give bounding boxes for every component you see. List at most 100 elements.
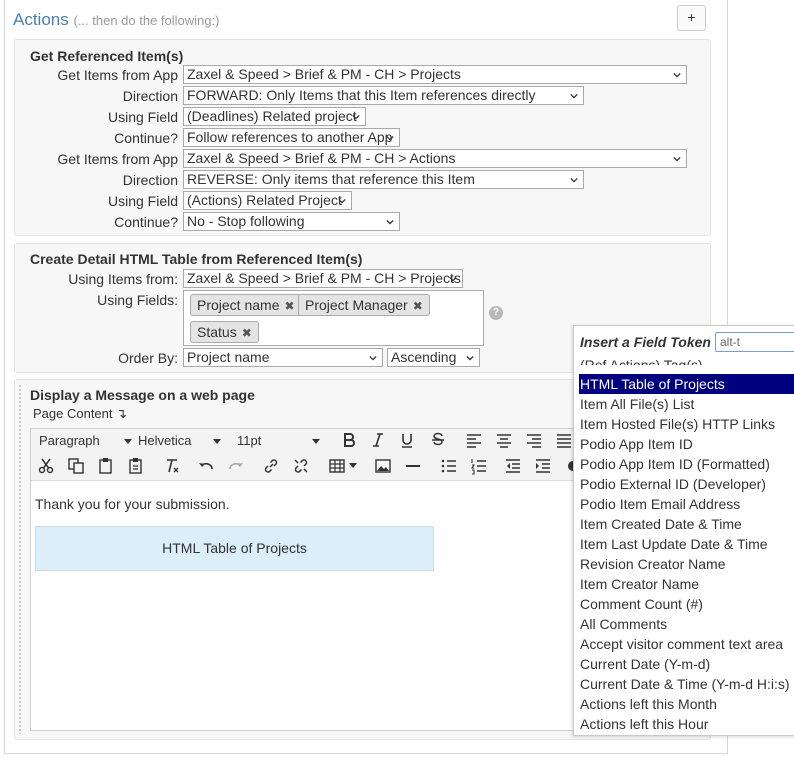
field-tag-status: Status ✖ <box>190 321 259 343</box>
align-justify-icon[interactable] <box>555 431 573 449</box>
direction-select-2[interactable]: REVERSE: Only items that reference this … <box>183 170 584 189</box>
select-value: Zaxel & Speed > Brief & PM - CH > Projec… <box>187 270 461 286</box>
token-item[interactable]: All Comments <box>574 614 794 634</box>
align-left-icon[interactable] <box>465 431 483 449</box>
order-by-label: Order By: <box>118 350 178 366</box>
add-action-button[interactable]: + <box>677 5 706 31</box>
token-item[interactable]: Item Created Date & Time <box>574 514 794 534</box>
create-table-title: Create Detail HTML Table from Referenced… <box>30 251 363 267</box>
unlink-icon[interactable] <box>292 457 310 475</box>
actions-title-text: Actions <box>13 10 69 29</box>
token-item[interactable]: Current Date & Time (Y-m-d H:i:s) <box>574 674 794 694</box>
direction-select-1[interactable]: FORWARD: Only Items that this Item refer… <box>183 86 584 105</box>
horizontal-rule-icon[interactable] <box>404 457 422 475</box>
outdent-icon[interactable] <box>504 457 522 475</box>
help-icon[interactable]: ? <box>489 306 503 320</box>
undo-icon[interactable] <box>197 457 215 475</box>
chevron-down-icon <box>369 355 377 361</box>
token-item[interactable]: Podio External ID (Developer) <box>574 474 794 494</box>
token-item[interactable]: Podio App Item ID <box>574 434 794 454</box>
editor-toolbar: Paragraph Helvetica 11pt <box>31 429 613 481</box>
token-item[interactable]: Podio Item Email Address <box>574 494 794 514</box>
using-field-select-2[interactable]: (Actions) Related Project <box>183 191 352 210</box>
order-by-select[interactable]: Project name <box>183 348 383 367</box>
token-item[interactable]: Current Date (Y-m-d) <box>574 654 794 674</box>
font-size-dropdown[interactable]: 11pt <box>237 433 322 448</box>
bold-icon[interactable] <box>340 431 358 449</box>
token-item[interactable]: Actions left this Hour <box>574 714 794 734</box>
indent-icon[interactable] <box>534 457 552 475</box>
chevron-down-icon <box>673 156 681 162</box>
chevron-down-icon <box>386 219 394 225</box>
format-dropdown[interactable]: Paragraph <box>39 433 134 448</box>
token-item[interactable]: Item Hosted File(s) HTTP Links <box>574 414 794 434</box>
format-value: Paragraph <box>39 433 100 448</box>
actions-subtitle: (... then do the following:) <box>73 13 220 28</box>
rich-text-editor[interactable]: Paragraph Helvetica 11pt Thank you for y… <box>30 428 614 731</box>
token-item[interactable]: Revision Creator Name <box>574 554 794 574</box>
get-items-app-select-2[interactable]: Zaxel & Speed > Brief & PM - CH > Action… <box>183 149 687 168</box>
chevron-down-icon <box>124 439 132 444</box>
strikethrough-icon[interactable] <box>429 431 447 449</box>
align-right-icon[interactable] <box>525 431 543 449</box>
table-icon[interactable] <box>328 457 346 475</box>
remove-icon[interactable]: ✖ <box>284 299 294 313</box>
numbered-list-icon[interactable] <box>470 457 488 475</box>
cut-icon[interactable] <box>37 457 55 475</box>
copy-icon[interactable] <box>67 457 85 475</box>
chevron-down-icon <box>570 93 578 99</box>
chevron-down-icon <box>466 355 474 361</box>
token-item[interactable]: HTML Table of Projects <box>579 374 794 394</box>
get-items-app-select-1[interactable]: Zaxel & Speed > Brief & PM - CH > Projec… <box>183 65 687 84</box>
token-search-input[interactable] <box>715 332 794 352</box>
token-partial-item[interactable]: (Ref Actions) Tag(s) <box>580 355 703 365</box>
chevron-down-icon <box>570 177 578 183</box>
using-items-select[interactable]: Zaxel & Speed > Brief & PM - CH > Projec… <box>183 269 463 288</box>
token-item[interactable]: Comment Count (#) <box>574 594 794 614</box>
clear-formatting-icon[interactable] <box>163 457 181 475</box>
link-icon[interactable] <box>262 457 280 475</box>
font-dropdown[interactable]: Helvetica <box>138 433 223 448</box>
insert-field-token-popup: Insert a Field Token (Ref Actions) Tag(s… <box>573 325 794 736</box>
remove-icon[interactable]: ✖ <box>242 326 252 340</box>
remove-icon[interactable]: ✖ <box>413 299 423 313</box>
token-item[interactable]: Podio App Item ID (Formatted) <box>574 454 794 474</box>
html-table-token-block[interactable]: HTML Table of Projects <box>35 526 434 571</box>
paste-icon[interactable] <box>97 457 115 475</box>
select-value: REVERSE: Only items that reference this … <box>187 171 475 187</box>
font-value: Helvetica <box>138 433 192 448</box>
paste-text-icon[interactable] <box>127 457 145 475</box>
row-label-direction-2: Direction <box>122 172 178 188</box>
chevron-down-icon <box>352 114 360 120</box>
token-item[interactable]: Actions left this Month <box>574 694 794 714</box>
chevron-down-icon <box>386 135 394 141</box>
token-item[interactable]: Accept visitor comment text area <box>574 634 794 654</box>
token-item[interactable]: Item All File(s) List <box>574 394 794 414</box>
using-fields-multiselect[interactable]: Project name ✖ Project Manager ✖ Status ✖ <box>183 290 484 346</box>
token-item[interactable]: Item Creator Name <box>574 574 794 594</box>
redo-icon[interactable] <box>227 457 245 475</box>
drag-handle[interactable] <box>18 384 22 734</box>
font-size-value: 11pt <box>237 433 262 448</box>
row-label-direction-1: Direction <box>122 88 178 104</box>
select-value: No - Stop following <box>187 213 305 229</box>
bullet-list-icon[interactable] <box>440 457 458 475</box>
tag-label: Status <box>197 324 237 340</box>
tag-label: Project name <box>197 297 280 313</box>
italic-icon[interactable] <box>369 431 387 449</box>
using-items-label: Using Items from: <box>68 271 178 287</box>
row-label-continue-2: Continue? <box>114 214 178 230</box>
continue-select-1[interactable]: Follow references to another App <box>183 128 400 147</box>
underline-icon[interactable] <box>398 431 416 449</box>
field-tag-project-manager: Project Manager ✖ <box>298 294 430 316</box>
align-center-icon[interactable] <box>495 431 513 449</box>
token-item[interactable]: Item Last Update Date & Time <box>574 534 794 554</box>
using-fields-label: Using Fields: <box>97 292 178 308</box>
select-value: (Actions) Related Project <box>187 192 342 208</box>
continue-select-2[interactable]: No - Stop following <box>183 212 400 231</box>
chevron-down-icon <box>673 72 681 78</box>
using-field-select-1[interactable]: (Deadlines) Related project <box>183 107 366 126</box>
image-icon[interactable] <box>374 457 392 475</box>
order-direction-select[interactable]: Ascending <box>387 348 480 367</box>
field-tag-project-name: Project name ✖ <box>190 294 302 316</box>
